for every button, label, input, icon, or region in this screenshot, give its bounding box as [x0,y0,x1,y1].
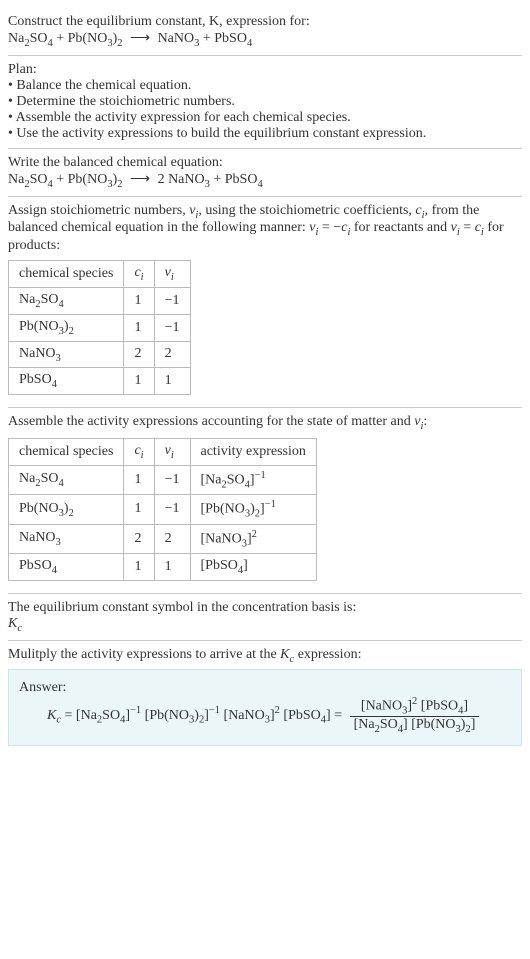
kc-section: The equilibrium constant symbol in the c… [8,593,522,640]
table-row: NaNO322[NaNO3]2 [9,524,317,553]
fraction: [NaNO3]2 [PbSO4][Na2SO4] [Pb(NO3)2] [350,696,480,735]
col-ci: ci [124,438,154,465]
multiply-section: Mulitply the activity expressions to arr… [8,640,522,752]
activity-section: Assemble the activity expressions accoun… [8,407,522,593]
plan-list: Balance the chemical equation. Determine… [8,78,522,142]
answer-label: Answer: [19,680,511,696]
denominator: [Na2SO4] [Pb(NO3)2] [350,717,480,735]
stoich-section: Assign stoichiometric numbers, νi, using… [8,196,522,408]
table-row: Na2SO41−1 [9,287,191,314]
col-vi: νi [154,261,190,288]
plan-item: Balance the chemical equation. [8,78,522,94]
answer-equation: Kc = [Na2SO4]−1 [Pb(NO3)2]−1 [NaNO3]2 [P… [19,696,511,735]
answer-box: Answer: Kc = [Na2SO4]−1 [Pb(NO3)2]−1 [Na… [8,669,522,746]
activity-intro: Assemble the activity expressions accoun… [8,414,522,432]
kc-intro: The equilibrium constant symbol in the c… [8,600,522,616]
table-row: Pb(NO3)21−1[Pb(NO3)2]−1 [9,495,317,524]
plan-title: Plan: [8,62,522,78]
table-header-row: chemical species ci νi [9,261,191,288]
multiply-intro: Mulitply the activity expressions to arr… [8,647,522,665]
col-ci: ci [124,261,154,288]
balanced-section: Write the balanced chemical equation: Na… [8,148,522,196]
prompt-text: Construct the equilibrium constant, K, e… [8,14,522,30]
kc-symbol: Kc [8,616,522,634]
table-row: NaNO322 [9,341,191,368]
stoich-intro: Assign stoichiometric numbers, νi, using… [8,203,522,255]
table-row: PbSO411 [9,368,191,395]
arrow-icon: ⟶ [130,31,150,46]
col-species: chemical species [9,438,124,465]
plan-item: Use the activity expressions to build th… [8,126,522,142]
arrow-icon: ⟶ [130,172,150,187]
prompt-section: Construct the equilibrium constant, K, e… [8,8,522,55]
col-species: chemical species [9,261,124,288]
plan-section: Plan: Balance the chemical equation. Det… [8,55,522,148]
stoich-table: chemical species ci νi Na2SO41−1 Pb(NO3)… [8,260,191,395]
balanced-intro: Write the balanced chemical equation: [8,155,522,171]
unbalanced-equation: Na2SO4 + Pb(NO3)2 ⟶ NaNO3 + PbSO4 [8,30,522,49]
table-row: PbSO411[PbSO4] [9,554,317,581]
table-row: Na2SO41−1[Na2SO4]−1 [9,465,317,494]
table-header-row: chemical species ci νi activity expressi… [9,438,317,465]
table-row: Pb(NO3)21−1 [9,314,191,341]
col-vi: νi [154,438,190,465]
activity-table: chemical species ci νi activity expressi… [8,438,317,581]
balanced-equation: Na2SO4 + Pb(NO3)2 ⟶ 2 NaNO3 + PbSO4 [8,171,522,190]
plan-item: Assemble the activity expression for eac… [8,110,522,126]
plan-item: Determine the stoichiometric numbers. [8,94,522,110]
numerator: [NaNO3]2 [PbSO4] [350,696,480,717]
col-expr: activity expression [190,438,316,465]
